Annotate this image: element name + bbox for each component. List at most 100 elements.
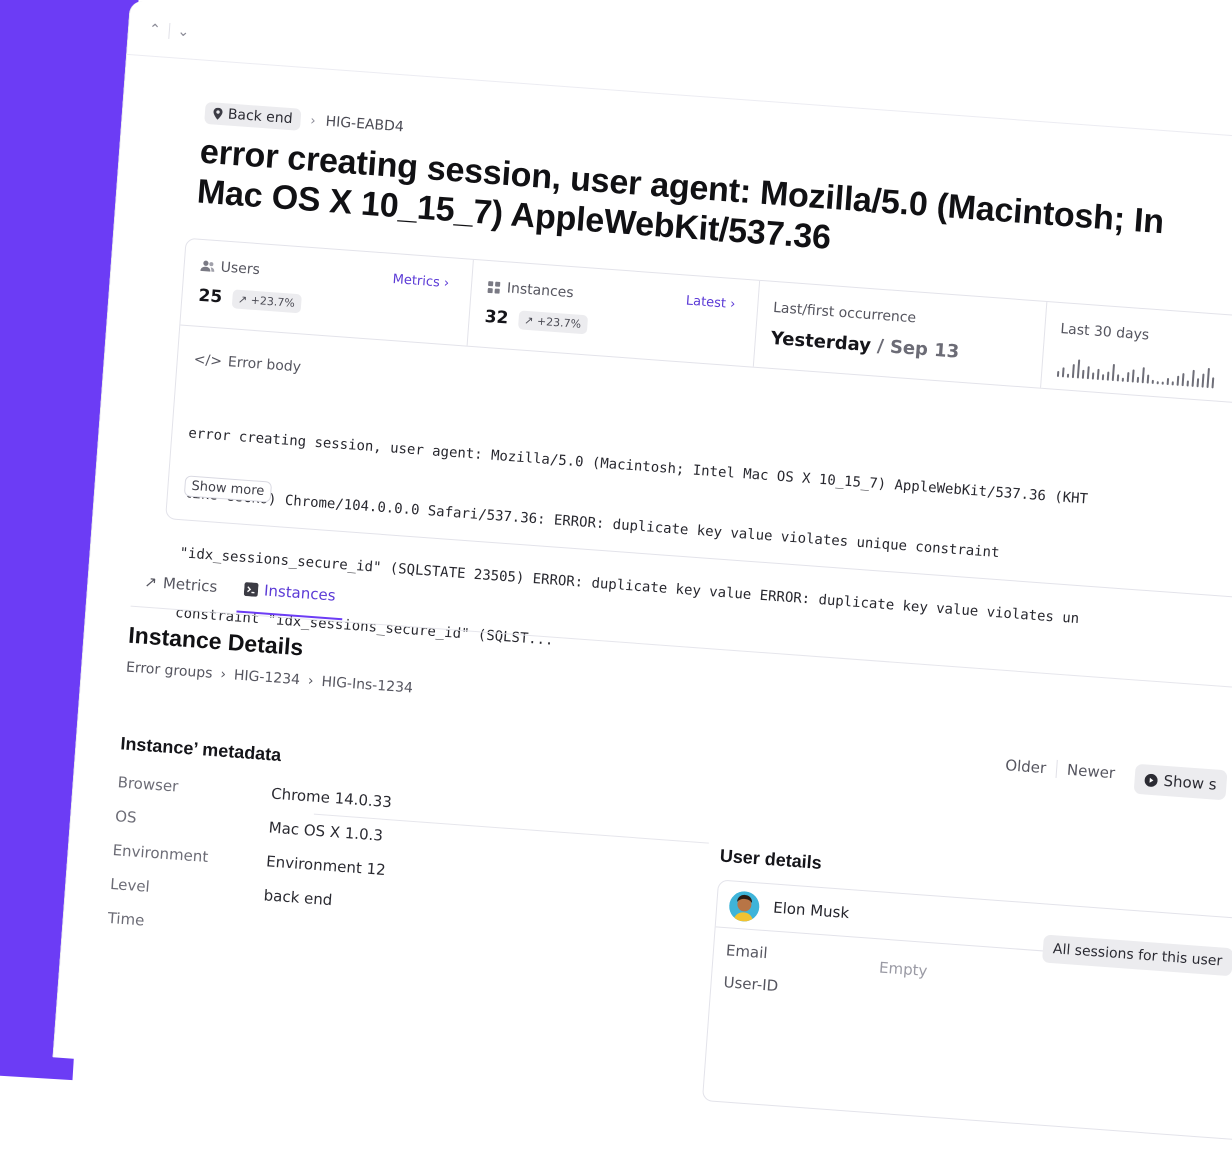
sparkline-bar [1186, 380, 1189, 387]
instance-pager: Older Newer [1005, 756, 1116, 782]
sparkline-bar [1191, 369, 1195, 387]
tab-instances-label: Instances [263, 581, 337, 605]
sparkline-bar [1071, 364, 1075, 379]
metadata-key: Browser [117, 773, 179, 796]
error-summary-card: Users Metrics › 25 ↗ +23.7% Instances La… [165, 237, 1232, 649]
sparkline-bar [1101, 374, 1105, 381]
tab-metrics-label: Metrics [162, 574, 218, 596]
sparkline-bar [1116, 374, 1120, 382]
sparkline-bar [1166, 377, 1170, 386]
occurrence-separator: / [876, 335, 885, 358]
instances-label: Instances [506, 280, 575, 302]
metrics-link[interactable]: Metrics › [392, 272, 449, 291]
sparkline-bar [1181, 373, 1185, 387]
sparkline-bar [1141, 367, 1145, 384]
users-trend-badge: ↗ +23.7% [231, 288, 302, 313]
sparkline-bar [1136, 376, 1140, 383]
first-occurrence: Sep 13 [889, 336, 960, 363]
error-body-header: </> Error body [193, 352, 301, 376]
location-pin-icon [213, 107, 223, 120]
all-sessions-button[interactable]: All sessions for this user [1041, 934, 1232, 977]
sparkline-bar [1066, 373, 1070, 378]
sparkline-bar [1091, 372, 1095, 380]
sparkline-bar [1121, 377, 1124, 382]
avatar [728, 890, 761, 923]
latest-link[interactable]: Latest › [685, 294, 735, 313]
newer-button[interactable]: Newer [1066, 761, 1115, 782]
trend-up-icon: ↗ [237, 292, 248, 306]
chevron-down-icon[interactable]: ⌄ [177, 24, 190, 41]
sparkline-bar [1086, 366, 1090, 380]
user-id-label: User-ID [723, 973, 779, 996]
code-icon: </> [193, 351, 223, 370]
user-details-title: User details [719, 845, 823, 873]
tab-instances[interactable]: Instances [243, 580, 337, 605]
instances-trend: +23.7% [536, 314, 582, 331]
email-label: Email [725, 941, 769, 963]
chevron-up-icon[interactable]: ⌃ [148, 21, 161, 38]
users-label: Users [220, 259, 261, 279]
chevron-right-icon: › [309, 113, 317, 129]
project-chip[interactable]: Back end [204, 101, 302, 131]
sparkline-bar [1206, 367, 1210, 389]
occurrence-stat: Last/first occurrence Yesterday / Sep 13 [752, 280, 1048, 388]
error-body-text: error creating session, user agent: Mozi… [172, 384, 1232, 750]
error-id: HIG-EABD4 [325, 113, 405, 136]
terminal-icon [243, 582, 259, 597]
sparkline-bar [1131, 369, 1135, 383]
trend-up-icon: ↗ [143, 572, 158, 592]
metadata-key: Level [109, 874, 151, 896]
metadata-key: Time [107, 908, 145, 930]
avatar-illustration [729, 891, 760, 923]
last-occurrence: Yesterday [770, 327, 872, 357]
divider [1055, 759, 1058, 778]
breadcrumb: Back end › HIG-EABD4 [204, 101, 405, 139]
pager-controls: ⌃ ⌄ [147, 10, 190, 53]
older-button[interactable]: Older [1005, 756, 1047, 777]
sparkline-bar [1056, 370, 1060, 378]
instances-trend-badge: ↗ +23.7% [517, 309, 588, 334]
breadcrumb-error-group-id[interactable]: HIG-1234 [233, 667, 300, 688]
error-detail-panel: ⌃ ⌄ Back end › HIG-EABD4 error creating … [52, 0, 1232, 1146]
sparkline-bar [1211, 377, 1215, 389]
chevron-right-icon: › [307, 672, 315, 690]
chevron-right-icon: › [443, 275, 450, 292]
users-value-wrap: 25 ↗ +23.7% [198, 286, 302, 313]
occurrence-label: Last/first occurrence [772, 299, 917, 327]
sparkline-bar [1156, 381, 1159, 385]
divider [167, 22, 171, 39]
play-circle-icon [1144, 773, 1158, 787]
metadata-value: back end [263, 886, 333, 910]
users-icon [200, 260, 215, 272]
users-label-wrap: Users [200, 258, 260, 278]
tab-metrics[interactable]: ↗ Metrics [144, 573, 218, 596]
sparkline-bar [1171, 381, 1174, 386]
instances-count: 32 [484, 306, 510, 329]
instances-label-wrap: Instances [486, 279, 574, 301]
instances-stat: Instances Latest › 32 ↗ +23.7% [466, 259, 761, 367]
sparkline-bar [1096, 368, 1100, 380]
show-session-button[interactable]: Show s [1133, 763, 1228, 801]
sparkline-bar [1081, 369, 1085, 379]
sparkline-bar [1161, 381, 1164, 385]
sparkline-bar [1126, 372, 1130, 383]
app-window: ⌃ ⌄ Back end › HIG-EABD4 error creating … [52, 0, 1232, 1146]
error-body-label: Error body [227, 354, 302, 376]
user-header: Elon Musk All sessions for this user [715, 880, 1232, 977]
user-details-card: Elon Musk All sessions for this user Ema… [701, 879, 1232, 1143]
chevron-right-icon: › [729, 296, 736, 313]
metadata-key: OS [114, 807, 138, 827]
latest-link-label: Latest [685, 293, 727, 312]
sparkline-bar [1196, 378, 1200, 388]
grid-icon [487, 281, 501, 294]
trend-up-icon: ↗ [523, 313, 534, 327]
user-name: Elon Musk [772, 898, 850, 923]
sparkline-bar [1146, 374, 1150, 384]
sparkline-bar [1176, 375, 1180, 386]
users-trend: +23.7% [250, 293, 296, 310]
metadata-title: Instance’ metadata [119, 733, 282, 766]
last-30-days-label: Last 30 days [1059, 321, 1150, 344]
users-count: 25 [197, 285, 223, 308]
show-session-label: Show s [1162, 771, 1218, 794]
sparkline-bar [1061, 367, 1065, 378]
